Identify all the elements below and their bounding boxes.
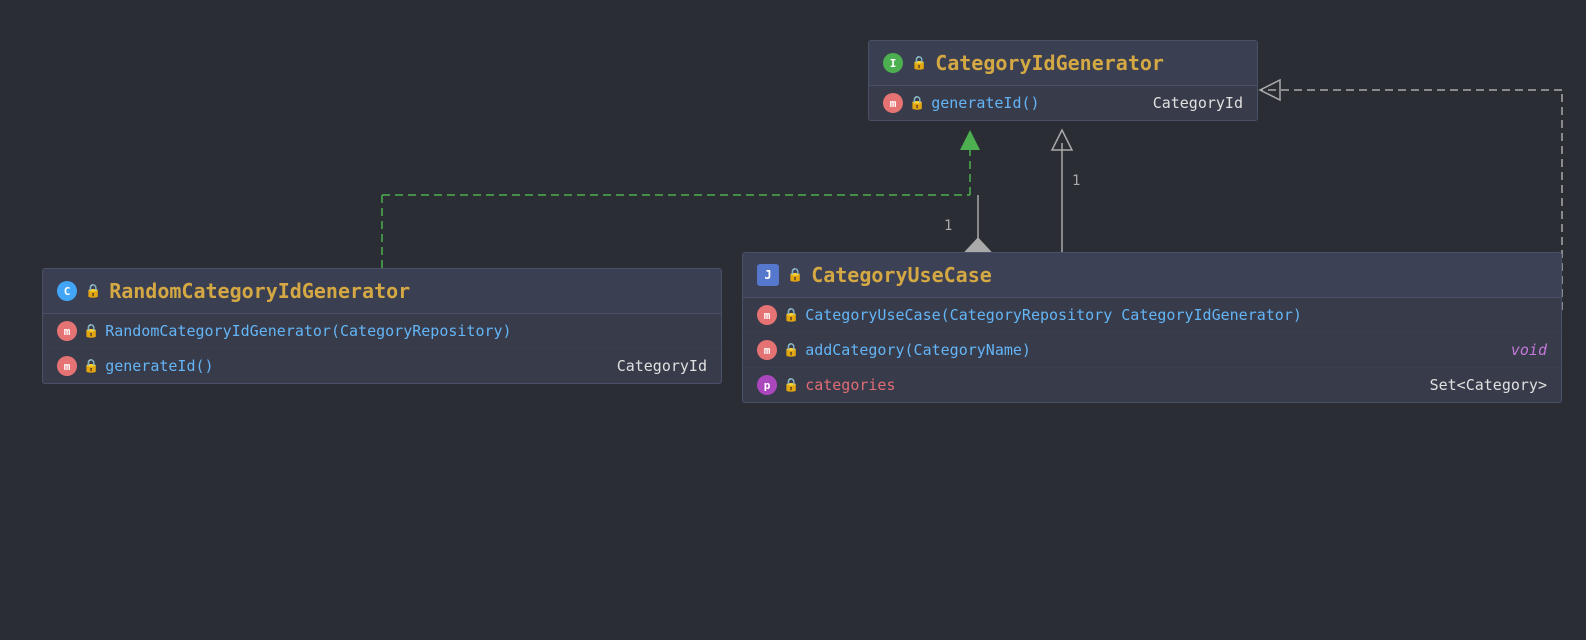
badge-class: C xyxy=(57,281,77,301)
lock-icon-method-2: 🔒 xyxy=(83,324,99,339)
lock-icon-2: 🔒 xyxy=(85,284,101,299)
class-category-id-generator: I 🔒 CategoryIdGenerator m 🔒 generateId()… xyxy=(868,40,1258,121)
badge-method-4: m xyxy=(757,305,777,325)
lock-icon-method-3: 🔒 xyxy=(83,359,99,374)
badge-method-3: m xyxy=(57,356,77,376)
method-row-generate-id-2: m 🔒 generateId() CategoryId xyxy=(43,349,721,383)
badge-java-icon: J xyxy=(757,264,779,286)
class-title-random: RandomCategoryIdGenerator xyxy=(109,279,410,303)
class-category-use-case: J 🔒 CategoryUseCase m 🔒 CategoryUseCase(… xyxy=(742,252,1562,403)
badge-method-5: m xyxy=(757,340,777,360)
class-header-category-id-generator: I 🔒 CategoryIdGenerator xyxy=(869,41,1257,86)
method-row-use-case-constructor: m 🔒 CategoryUseCase(CategoryRepository C… xyxy=(743,298,1561,333)
method-row-add-category: m 🔒 addCategory(CategoryName) void xyxy=(743,333,1561,368)
badge-field-1: p xyxy=(757,375,777,395)
lock-icon-1: 🔒 xyxy=(911,56,927,71)
method-row-generate-id: m 🔒 generateId() CategoryId xyxy=(869,86,1257,120)
field-type-categories: Set<Category> xyxy=(1430,376,1547,394)
connector-label-2: 1 xyxy=(944,218,952,234)
method-text-constructor: RandomCategoryIdGenerator(CategoryReposi… xyxy=(105,322,707,340)
return-type-generate-id-2: CategoryId xyxy=(617,357,707,375)
method-text-generate-id-2: generateId() xyxy=(105,357,611,375)
method-text-use-case-constructor: CategoryUseCase(CategoryRepository Categ… xyxy=(805,306,1547,324)
class-random-category-id-generator: C 🔒 RandomCategoryIdGenerator m 🔒 Random… xyxy=(42,268,722,384)
class-title-category-id-generator: CategoryIdGenerator xyxy=(935,51,1164,75)
field-row-categories: p 🔒 categories Set<Category> xyxy=(743,368,1561,402)
method-row-constructor: m 🔒 RandomCategoryIdGenerator(CategoryRe… xyxy=(43,314,721,349)
lock-icon-field-1: 🔒 xyxy=(783,378,799,393)
method-text-generate-id: generateId() xyxy=(931,94,1147,112)
class-header-random: C 🔒 RandomCategoryIdGenerator xyxy=(43,269,721,314)
class-header-use-case: J 🔒 CategoryUseCase xyxy=(743,253,1561,298)
return-type-generate-id: CategoryId xyxy=(1153,94,1243,112)
badge-method-1: m xyxy=(883,93,903,113)
lock-icon-method-5: 🔒 xyxy=(783,343,799,358)
return-type-void: void xyxy=(1511,341,1547,359)
badge-interface: I xyxy=(883,53,903,73)
lock-icon-3: 🔒 xyxy=(787,268,803,283)
connector-label-1: 1 xyxy=(1072,173,1080,189)
field-text-categories: categories xyxy=(805,376,1423,394)
diagram-canvas: 1 1 I 🔒 CategoryIdGenerator m 🔒 generate… xyxy=(0,0,1586,640)
lock-icon-method-4: 🔒 xyxy=(783,308,799,323)
method-text-add-category: addCategory(CategoryName) xyxy=(805,341,1505,359)
class-title-use-case: CategoryUseCase xyxy=(811,263,992,287)
lock-icon-method-1: 🔒 xyxy=(909,96,925,111)
badge-method-2: m xyxy=(57,321,77,341)
